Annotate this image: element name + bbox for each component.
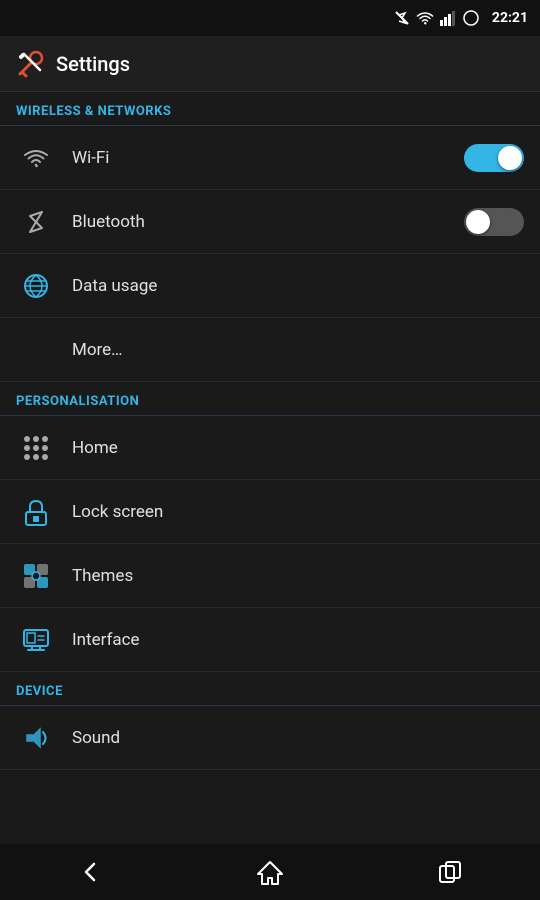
lock-screen-icon <box>16 492 56 532</box>
interface-label: Interface <box>72 630 524 650</box>
sound-label: Sound <box>72 728 524 748</box>
bluetooth-toggle-knob <box>466 210 490 234</box>
settings-item-data-usage[interactable]: Data usage <box>0 254 540 318</box>
settings-item-themes[interactable]: Themes <box>0 544 540 608</box>
more-spacer <box>16 330 56 370</box>
back-button[interactable] <box>60 852 120 892</box>
back-icon <box>76 858 104 886</box>
bluetooth-off-icon <box>394 10 410 26</box>
settings-item-interface[interactable]: Interface <box>0 608 540 672</box>
page-title: Settings <box>56 52 130 76</box>
settings-item-sound[interactable]: Sound <box>0 706 540 770</box>
interface-icon <box>16 620 56 660</box>
bluetooth-setting-icon <box>16 202 56 242</box>
battery-icon <box>462 10 482 26</box>
title-bar: Settings <box>0 36 540 92</box>
recents-button[interactable] <box>420 852 480 892</box>
wifi-label: Wi-Fi <box>72 148 464 168</box>
settings-item-more[interactable]: More… <box>0 318 540 382</box>
status-time: 22:21 <box>492 10 528 26</box>
main-content: WIRELESS & NETWORKS Wi-Fi Bluetooth <box>0 92 540 844</box>
settings-item-bluetooth[interactable]: Bluetooth <box>0 190 540 254</box>
wifi-toggle[interactable] <box>464 144 524 172</box>
bluetooth-toggle[interactable] <box>464 208 524 236</box>
nav-bar <box>0 844 540 900</box>
themes-icon <box>16 556 56 596</box>
signal-icon <box>440 10 456 26</box>
status-icons <box>394 10 482 26</box>
data-usage-icon <box>16 266 56 306</box>
settings-item-wifi[interactable]: Wi-Fi <box>0 126 540 190</box>
lock-screen-label: Lock screen <box>72 502 524 522</box>
home-icon <box>256 858 284 886</box>
home-grid-icon <box>16 428 56 468</box>
settings-wrench-icon <box>16 50 44 78</box>
section-header-device: DEVICE <box>0 672 540 706</box>
wifi-icon <box>416 10 434 26</box>
recents-icon <box>436 858 464 886</box>
status-bar: 22:21 <box>0 0 540 36</box>
bluetooth-label: Bluetooth <box>72 212 464 232</box>
home-label: Home <box>72 438 524 458</box>
wifi-toggle-knob <box>498 146 522 170</box>
home-button[interactable] <box>240 852 300 892</box>
data-usage-label: Data usage <box>72 276 524 296</box>
settings-item-home[interactable]: Home <box>0 416 540 480</box>
themes-label: Themes <box>72 566 524 586</box>
settings-item-lock-screen[interactable]: Lock screen <box>0 480 540 544</box>
section-header-personalisation: PERSONALISATION <box>0 382 540 416</box>
sound-icon <box>16 718 56 758</box>
section-header-wireless: WIRELESS & NETWORKS <box>0 92 540 126</box>
wifi-setting-icon <box>16 138 56 178</box>
more-label: More… <box>72 340 524 360</box>
